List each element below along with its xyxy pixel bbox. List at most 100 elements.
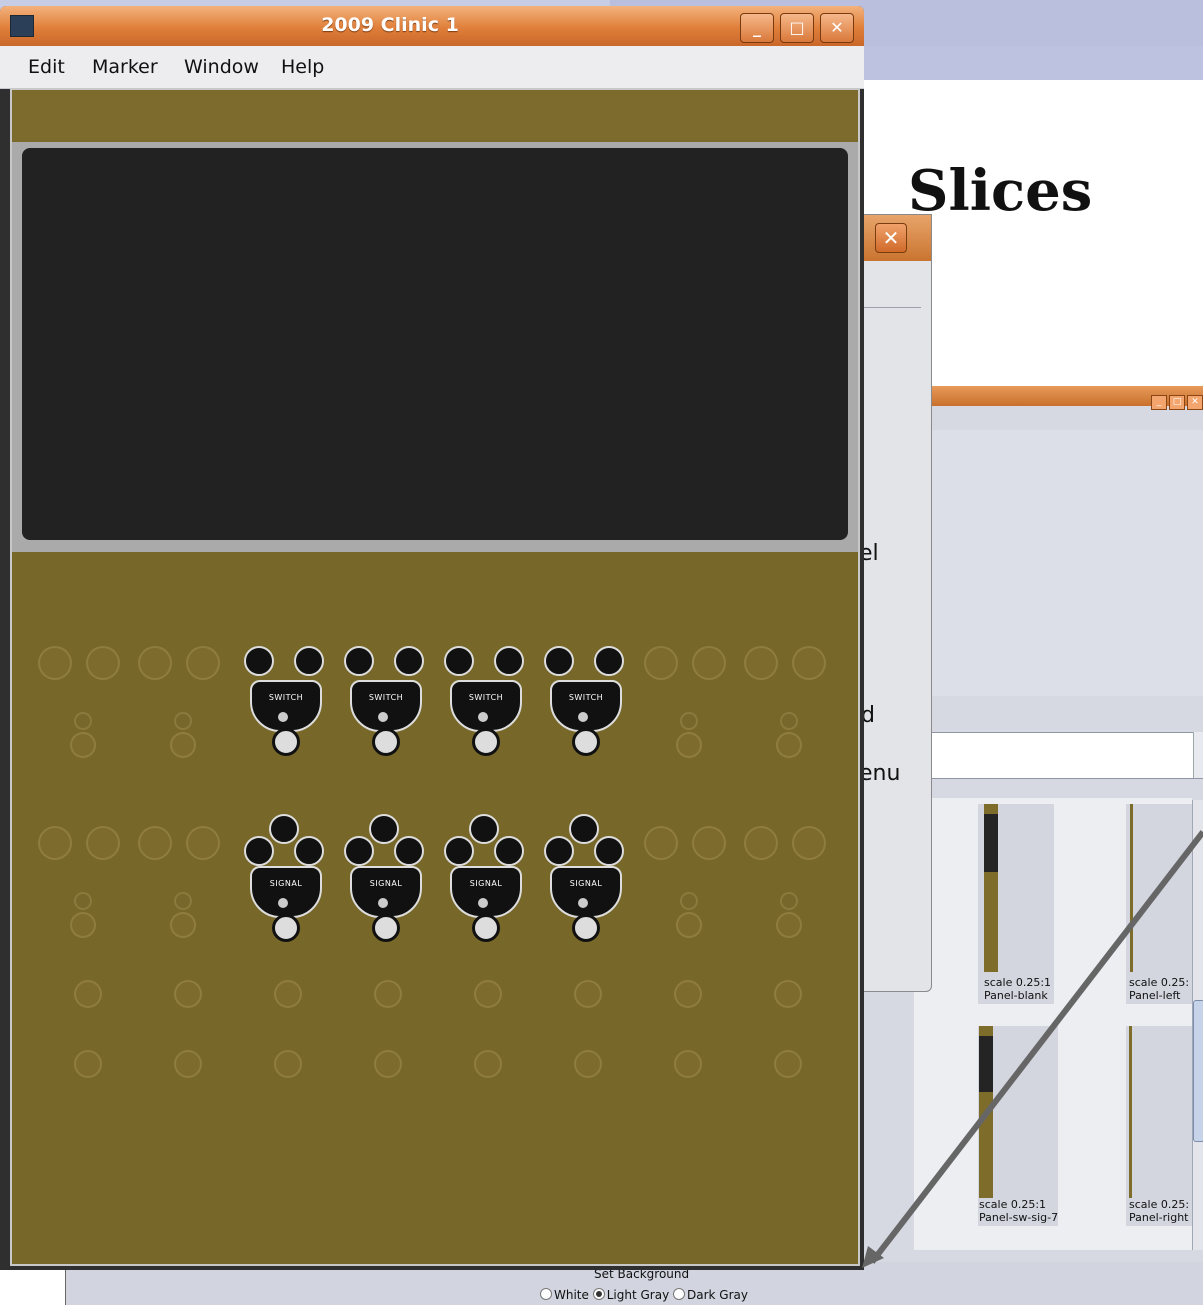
ghost-knob [70,732,96,758]
led-icon [278,712,288,722]
ghost-socket [744,646,778,680]
ghost-led [680,892,698,910]
led-icon [278,898,288,908]
plate-label: SWITCH [268,693,304,702]
plate-body [450,680,522,732]
tile-panel-right[interactable] [1126,1026,1192,1226]
ghost-socket [792,826,826,860]
ghost-knob [676,732,702,758]
minimize-button[interactable]: _ [740,13,774,43]
socket-icon [294,646,324,676]
palette-window-controls: _ □ ✕ [1149,389,1203,410]
ghost-socket [692,826,726,860]
plate-label: SIGNAL [569,879,603,888]
tile-caption: scale 0.25:1 Panel-sw-sig-7 [979,1198,1058,1224]
switch-plate[interactable]: SWITCH [544,646,624,756]
tile-preview [1130,804,1133,972]
signal-plate[interactable]: SIGNAL [244,814,324,942]
plate-label: SWITCH [468,693,504,702]
ghost-knob [174,1050,202,1078]
led-icon [578,712,588,722]
menu-window[interactable]: Window [184,56,259,78]
ghost-knob [574,1050,602,1078]
tile-name: Panel-sw-sig-7 [979,1211,1059,1224]
ghost-knob [170,912,196,938]
switch-plate[interactable]: SWITCH [244,646,324,756]
close-icon[interactable]: ✕ [875,223,907,253]
window-titlebar[interactable]: 2009 Clinic 1 _ □ ✕ [0,6,864,46]
panel-canvas[interactable]: SWITCH SWITCH SWITCH SWITCH SIGNAL SIGNAL SIGN… [10,88,860,1266]
ghost-socket [792,646,826,680]
ghost-knob [774,1050,802,1078]
ghost-socket [186,646,220,680]
menu-help[interactable]: Help [281,56,324,78]
knob-icon [572,728,600,756]
palette-scroll-thumb[interactable] [1193,1000,1203,1142]
maximize-button[interactable]: □ [780,13,814,43]
knob-icon [472,728,500,756]
socket-icon [544,646,574,676]
ghost-knob [174,980,202,1008]
ghost-knob [274,1050,302,1078]
switch-plate[interactable]: SWITCH [344,646,424,756]
ghost-knob [74,1050,102,1078]
close-button[interactable]: ✕ [820,13,854,43]
ghost-led [174,892,192,910]
ghost-knob [574,980,602,1008]
signal-plate[interactable]: SIGNAL [444,814,524,942]
socket-icon [594,836,624,866]
maximize-icon[interactable]: □ [1169,395,1185,410]
ghost-knob [674,980,702,1008]
close-icon[interactable]: ✕ [1187,395,1203,410]
radio-button[interactable] [673,1288,686,1300]
signal-plate[interactable]: SIGNAL [344,814,424,942]
ghost-knob [676,912,702,938]
radio-light-gray[interactable]: Light Gray [592,1288,669,1302]
socket-icon [544,836,574,866]
radio-button[interactable] [592,1288,605,1300]
signal-plate[interactable]: SIGNAL [544,814,624,942]
menu-edit[interactable]: Edit [28,56,65,78]
menu-marker[interactable]: Marker [92,56,158,78]
plate-body [550,866,622,918]
palette-text-field[interactable] [930,732,1203,779]
ghost-knob [474,980,502,1008]
plate-label: SIGNAL [269,879,303,888]
ghost-knob [774,980,802,1008]
tile-name: Panel-right [1129,1211,1189,1224]
knob-icon [372,914,400,942]
palette-field-spinner[interactable] [1193,732,1203,778]
plate-label: SIGNAL [369,879,403,888]
socket-icon [569,814,599,844]
tile-panel-blank[interactable] [978,804,1054,1004]
ghost-led [680,712,698,730]
ghost-socket [186,826,220,860]
radio-dark-gray[interactable]: Dark Gray [673,1288,748,1302]
led-icon [378,898,388,908]
panel-top-strip [12,90,858,140]
socket-icon [294,836,324,866]
window-title: 2009 Clinic 1 [321,14,459,36]
tile-panel-sw-sig-7[interactable] [978,1026,1058,1226]
ghost-led [174,712,192,730]
tile-preview [1129,1026,1132,1198]
ghost-socket [86,826,120,860]
socket-icon [269,814,299,844]
tile-panel-left[interactable] [1126,804,1192,1004]
plate-body [550,680,622,732]
menu-bar: Edit Marker Window Help [0,46,864,89]
radio-white[interactable]: White [540,1288,589,1302]
tile-caption: scale 0.25: Panel-right [1129,1198,1189,1224]
switch-plate[interactable]: SWITCH [444,646,524,756]
background-radio-group: White Light Gray Dark Gray [540,1288,748,1302]
minimize-icon[interactable]: _ [1151,395,1167,410]
ghost-led [780,892,798,910]
ghost-knob [776,732,802,758]
socket-icon [344,646,374,676]
led-icon [478,898,488,908]
radio-button[interactable] [540,1288,552,1300]
panel-screen [22,148,848,540]
ghost-knob [474,1050,502,1078]
socket-icon [344,836,374,866]
ghost-knob [374,980,402,1008]
